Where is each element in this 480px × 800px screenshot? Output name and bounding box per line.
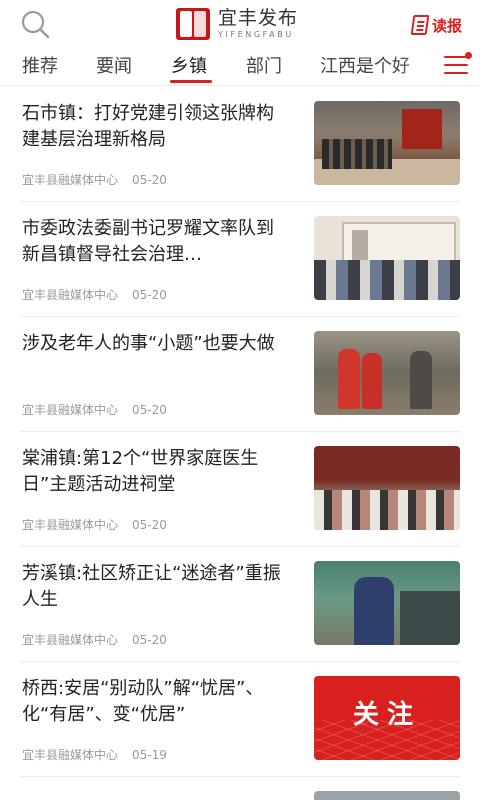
article-source: 宜丰县融媒体中心 <box>22 403 119 417</box>
article-item[interactable]: 棠浦镇:第12个“世界家庭医生日”主题活动进祠堂 宜丰县融媒体中心 05-20 <box>20 432 460 547</box>
tab-departments[interactable]: 部门 <box>246 52 282 78</box>
active-tab-indicator <box>170 80 212 83</box>
article-meta: 宜丰县融媒体中心 05-20 <box>22 631 167 648</box>
app-header: 宜丰发布 YIFENGFABU 读报 <box>0 0 480 48</box>
partial-article-title[interactable] <box>22 791 290 800</box>
article-source: 宜丰县融媒体中心 <box>22 173 119 187</box>
article-meta: 宜丰县融媒体中心 05-20 <box>22 516 167 533</box>
article-date: 05-20 <box>132 403 167 417</box>
article-title: 石市镇：打好党建引领这张牌构建基层治理新格局 <box>22 103 274 150</box>
article-title: 市委政法委副书记罗耀文率队到新昌镇督导社会治理… <box>22 218 274 265</box>
article-thumbnail <box>314 331 460 415</box>
article-meta: 宜丰县融媒体中心 05-20 <box>22 401 167 418</box>
search-icon[interactable] <box>20 9 50 39</box>
logo-subtitle: YIFENGFABU <box>218 30 294 39</box>
newspaper-icon <box>410 15 430 35</box>
tab-jiangxi[interactable]: 江西是个好 <box>320 52 410 78</box>
notification-dot <box>465 52 472 59</box>
article-date: 05-20 <box>132 173 167 187</box>
hamburger-menu-icon[interactable] <box>444 56 468 76</box>
article-source: 宜丰县融媒体中心 <box>22 633 119 647</box>
article-item[interactable]: 涉及老年人的事“小题”也要大做 宜丰县融媒体中心 05-20 <box>20 317 460 432</box>
read-newspaper-label: 读报 <box>431 16 462 35</box>
article-date: 05-20 <box>132 518 167 532</box>
article-date: 05-20 <box>132 288 167 302</box>
logo-mark-icon <box>176 8 210 40</box>
article-thumbnail <box>314 101 460 185</box>
app-logo: 宜丰发布 YIFENGFABU <box>176 8 298 40</box>
article-title: 芳溪镇:社区矫正让“迷途者”重振人生 <box>22 563 281 610</box>
article-title: 桥西:安居“别动队”解“忧居”、化“有居”、变“优居” <box>22 678 264 725</box>
article-item[interactable]: 芳溪镇:社区矫正让“迷途者”重振人生 宜丰县融媒体中心 05-20 <box>20 547 460 662</box>
article-meta: 宜丰县融媒体中心 05-19 <box>22 746 167 763</box>
article-list: 石市镇：打好党建引领这张牌构建基层治理新格局 宜丰县融媒体中心 05-20 市委政… <box>0 87 480 777</box>
article-thumbnail <box>314 561 460 645</box>
article-meta: 宜丰县融媒体中心 05-20 <box>22 171 167 188</box>
tab-headlines[interactable]: 要闻 <box>96 52 132 78</box>
article-item[interactable]: 市委政法委副书记罗耀文率队到新昌镇督导社会治理… 宜丰县融媒体中心 05-20 <box>20 202 460 317</box>
article-meta: 宜丰县融媒体中心 05-20 <box>22 286 167 303</box>
article-item[interactable]: 桥西:安居“别动队”解“忧居”、化“有居”、变“优居” 宜丰县融媒体中心 05-1… <box>20 662 460 777</box>
article-thumbnail <box>314 216 460 300</box>
article-source: 宜丰县融媒体中心 <box>22 748 119 762</box>
article-date: 05-19 <box>132 748 167 762</box>
tab-recommend[interactable]: 推荐 <box>22 52 58 78</box>
partial-article-thumbnail <box>314 791 460 800</box>
article-item[interactable]: 石市镇：打好党建引领这张牌构建基层治理新格局 宜丰县融媒体中心 05-20 <box>20 87 460 202</box>
read-newspaper-button[interactable]: 读报 <box>410 12 462 38</box>
article-source: 宜丰县融媒体中心 <box>22 288 119 302</box>
article-date: 05-20 <box>132 633 167 647</box>
article-thumbnail <box>314 446 460 530</box>
article-thumbnail: 关注 <box>314 676 460 760</box>
article-source: 宜丰县融媒体中心 <box>22 518 119 532</box>
channel-tabs: 推荐 要闻 乡镇 部门 江西是个好 <box>0 48 480 86</box>
article-title: 涉及老年人的事“小题”也要大做 <box>22 333 275 354</box>
article-title: 棠浦镇:第12个“世界家庭医生日”主题活动进祠堂 <box>22 448 259 495</box>
tab-towns[interactable]: 乡镇 <box>171 52 207 78</box>
logo-title: 宜丰发布 <box>218 7 299 29</box>
